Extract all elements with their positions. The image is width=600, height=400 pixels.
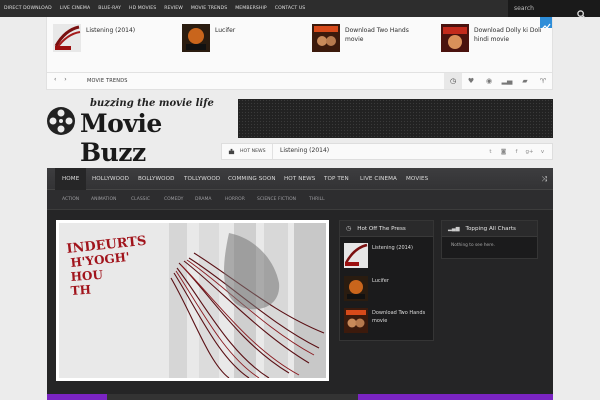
nav-top-ten[interactable]: TOP TEN bbox=[324, 168, 349, 190]
press-title[interactable]: Lucifer bbox=[372, 277, 432, 285]
bar-chart-icon: ▂▄▆ bbox=[448, 225, 460, 232]
press-thumbnail[interactable] bbox=[344, 276, 368, 301]
ticker-bar: ‹ › MOVIE TRENDS ◷ ♥ ◉ ▂▄ ▰ ♈ bbox=[47, 72, 552, 89]
ticker-thumbnail[interactable] bbox=[53, 24, 81, 52]
hot-news-bar: HOT NEWS Listening (2014) t ◙ f g+ v bbox=[221, 143, 553, 160]
nav-live-cinema[interactable]: LIVE CINEMA bbox=[360, 168, 397, 190]
site-logo[interactable]: buzzing the movie life Movie Buzz bbox=[46, 98, 226, 167]
footer-strip bbox=[47, 394, 553, 400]
subnav-action[interactable]: ACTION bbox=[62, 197, 79, 202]
eye-icon[interactable]: ◉ bbox=[480, 73, 498, 89]
topnav-review[interactable]: REVIEW bbox=[164, 6, 183, 11]
subnav-thrill[interactable]: THRILL bbox=[309, 197, 325, 202]
vimeo-icon[interactable]: v bbox=[538, 147, 547, 156]
widget-header: ◷ Hot Off The Press bbox=[340, 221, 433, 237]
topnav-contact-us[interactable]: CONTACT US bbox=[275, 6, 306, 11]
clock-icon[interactable]: ◷ bbox=[444, 73, 462, 89]
trophy-icon[interactable]: ♈ bbox=[534, 73, 552, 89]
slider-overlay-text: TH bbox=[70, 283, 91, 298]
logo-tagline: buzzing the movie life bbox=[90, 98, 214, 109]
ticker-label: MOVIE TRENDS bbox=[87, 78, 128, 84]
ticker-filter-icons: ◷ ♥ ◉ ▂▄ ▰ ♈ bbox=[444, 73, 552, 89]
instagram-icon[interactable]: ◙ bbox=[499, 147, 508, 156]
press-thumbnail[interactable] bbox=[344, 308, 368, 333]
ticker-title[interactable]: Listening (2014) bbox=[86, 26, 135, 35]
press-title[interactable]: Listening (2014) bbox=[372, 244, 432, 252]
topnav-membership[interactable]: MEMBERSHIP bbox=[235, 6, 267, 11]
search-input[interactable] bbox=[514, 3, 574, 14]
ticker-title[interactable]: Lucifer bbox=[215, 26, 235, 35]
accent-bar bbox=[358, 394, 553, 400]
heart-icon[interactable]: ♥ bbox=[462, 73, 480, 89]
twitter-icon[interactable]: t bbox=[486, 147, 495, 156]
top-bar: DIRECT DOWNLOAD LIVE CINEMA BLUE-RAY HD … bbox=[0, 0, 600, 19]
ticker-arrows[interactable]: ‹ › bbox=[54, 76, 70, 83]
nav-bollywood[interactable]: BOLLYWOOD bbox=[138, 168, 175, 190]
nav-home[interactable]: HOME bbox=[55, 168, 87, 190]
hot-news-headline[interactable]: Listening (2014) bbox=[280, 147, 329, 154]
topping-charts-widget: ▂▄▆ Topping All Charts Nothing to see he… bbox=[441, 220, 538, 259]
press-title[interactable]: Download Two Hands movie bbox=[372, 309, 432, 325]
press-thumbnail[interactable] bbox=[344, 243, 368, 268]
main-nav: HOME HOLLYWOOD BOLLYWOOD TOLLYWOOD COMMI… bbox=[47, 168, 553, 190]
chart-icon[interactable]: ▂▄ bbox=[498, 73, 516, 89]
nav-comming-soon[interactable]: COMMING SOON bbox=[228, 168, 276, 190]
comment-icon[interactable]: ▰ bbox=[516, 73, 534, 89]
nav-hollywood[interactable]: HOLLYWOOD bbox=[92, 168, 129, 190]
empty-state-text: Nothing to see here. bbox=[451, 243, 495, 248]
subnav-drama[interactable]: DRAMA bbox=[195, 197, 211, 202]
social-icons: t ◙ f g+ v bbox=[486, 144, 547, 159]
hot-off-press-widget: ◷ Hot Off The Press Listening (2014) Luc… bbox=[339, 220, 434, 341]
nav-movies[interactable]: MOVIES bbox=[406, 168, 428, 190]
subnav-comedy[interactable]: COMEDY bbox=[164, 197, 183, 202]
ticker-thumbnail[interactable] bbox=[312, 24, 340, 52]
ticker-thumbnail[interactable] bbox=[441, 24, 469, 52]
topnav-direct-download[interactable]: DIRECT DOWNLOAD bbox=[4, 6, 52, 11]
hot-news-label-text: HOT NEWS bbox=[240, 149, 266, 154]
clock-icon: ◷ bbox=[346, 225, 352, 232]
trending-icon[interactable] bbox=[540, 17, 552, 30]
widget-header: ▂▄▆ Topping All Charts bbox=[442, 221, 537, 237]
google-plus-icon[interactable]: g+ bbox=[525, 147, 534, 156]
trending-ticker: Listening (2014) Lucifer Download Two Ha… bbox=[46, 17, 553, 90]
ticker-title[interactable]: Download Dolly ki Doli hindi movie bbox=[474, 26, 550, 44]
shuffle-icon[interactable]: ⤨ bbox=[541, 175, 547, 184]
subnav-animation[interactable]: ANIMATION bbox=[91, 197, 116, 202]
topnav-blue-ray[interactable]: BLUE-RAY bbox=[98, 6, 121, 11]
header-banner[interactable] bbox=[238, 99, 553, 138]
featured-slider[interactable]: INDEURTS H'YOGH' HOU TH bbox=[56, 220, 329, 381]
main-content: HOME HOLLYWOOD BOLLYWOOD TOLLYWOOD COMMI… bbox=[47, 168, 553, 400]
topnav-movie-trends[interactable]: MOVIE TRENDS bbox=[191, 6, 227, 11]
slider-overlay-text: HOU bbox=[70, 268, 104, 284]
sub-nav: ACTION ANIMATION CLASSIC COMEDY DRAMA HO… bbox=[47, 190, 553, 210]
nav-tollywood[interactable]: TOLLYWOOD bbox=[184, 168, 220, 190]
featured-image[interactable]: INDEURTS H'YOGH' HOU TH bbox=[59, 223, 326, 378]
top-nav: DIRECT DOWNLOAD LIVE CINEMA BLUE-RAY HD … bbox=[4, 0, 305, 17]
topnav-hd-movies[interactable]: HD MOVIES bbox=[129, 6, 156, 11]
subnav-horror[interactable]: HORROR bbox=[225, 197, 245, 202]
widget-title: Hot Off The Press bbox=[357, 225, 406, 232]
subnav-science-fiction[interactable]: SCIENCE FICTION bbox=[257, 197, 296, 202]
nav-hot-news[interactable]: HOT NEWS bbox=[284, 168, 315, 190]
ticker-title[interactable]: Download Two Hands movie bbox=[345, 26, 415, 44]
film-reel-icon bbox=[47, 107, 75, 135]
facebook-icon[interactable]: f bbox=[512, 147, 521, 156]
ticker-thumbnail[interactable] bbox=[182, 24, 210, 52]
search-box bbox=[508, 0, 600, 19]
accent-bar bbox=[47, 394, 107, 400]
logo-title: Movie Buzz bbox=[80, 109, 162, 167]
subnav-classic[interactable]: CLASSIC bbox=[131, 197, 150, 202]
topnav-live-cinema[interactable]: LIVE CINEMA bbox=[60, 6, 91, 11]
widget-title: Topping All Charts bbox=[465, 225, 516, 232]
hot-news-label: HOT NEWS bbox=[222, 144, 273, 159]
search-icon[interactable] bbox=[577, 4, 586, 23]
robot-icon bbox=[228, 148, 235, 155]
